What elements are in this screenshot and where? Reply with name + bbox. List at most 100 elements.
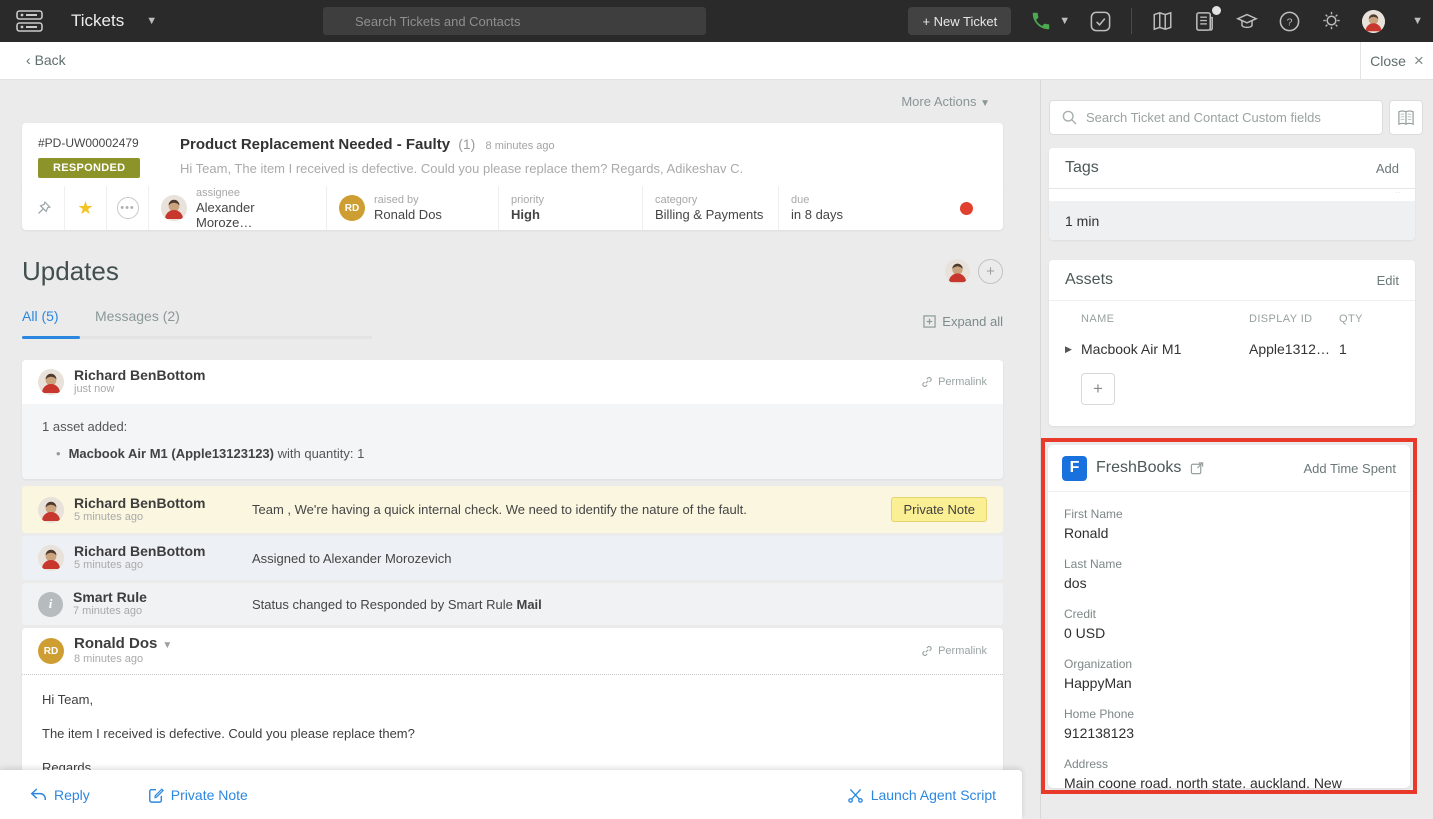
- more-properties-button[interactable]: •••: [106, 186, 148, 230]
- ticket-snippet: Hi Team, The item I received is defectiv…: [180, 161, 743, 176]
- smart-rule-text: Status changed to Responded by Smart Rul…: [252, 597, 542, 612]
- profile-chevron-down-icon[interactable]: ▼: [1412, 15, 1423, 27]
- expand-row-icon[interactable]: ▶: [1065, 344, 1081, 355]
- whats-new-icon[interactable]: [1193, 10, 1216, 33]
- add-watcher-button[interactable]: +: [978, 259, 1003, 284]
- update-entry-assigned: Richard BenBottom5 minutes ago Assigned …: [22, 536, 1003, 580]
- asset-name: Macbook Air M1: [1081, 341, 1249, 357]
- asset-row[interactable]: ▶ Macbook Air M1 Apple1312… 1: [1065, 341, 1399, 357]
- fb-field-home-phone: Home Phone 912138123: [1064, 707, 1394, 742]
- author-avatar: [38, 545, 64, 571]
- asset-added-bullet: •Macbook Air M1 (Apple13123123) with qua…: [42, 446, 983, 461]
- update-entry-asset: Richard BenBottomjust now Permalink 1 as…: [22, 360, 1003, 479]
- private-note-button[interactable]: Private Note: [148, 787, 248, 803]
- reply-icon: [30, 787, 47, 802]
- fb-field-address: Address Main coone road, north state, au…: [1064, 757, 1394, 788]
- search-input[interactable]: [323, 7, 706, 35]
- ticket-thread-count: (1): [458, 136, 475, 152]
- message-paragraph: Hi Team,: [42, 692, 983, 707]
- private-note-badge: Private Note: [891, 497, 987, 522]
- due-value: in 8 days: [791, 207, 843, 222]
- asset-added-line: 1 asset added:: [42, 419, 983, 434]
- help-icon[interactable]: ?: [1278, 10, 1301, 33]
- phone-icon[interactable]: [1030, 10, 1052, 32]
- status-badge: RESPONDED: [38, 158, 140, 178]
- assignee-value: Alexander Moroze…: [196, 200, 314, 230]
- requester-avatar: RD: [339, 195, 365, 221]
- update-entry-private-note: Richard BenBottom5 minutes ago Team , We…: [22, 486, 1003, 533]
- close-button[interactable]: Close×: [1360, 42, 1433, 80]
- add-asset-button[interactable]: +: [1081, 373, 1115, 405]
- due-field[interactable]: duein 8 days: [778, 186, 1003, 230]
- user-avatar[interactable]: [1362, 10, 1385, 33]
- new-ticket-button[interactable]: + New Ticket: [908, 7, 1011, 35]
- freshbooks-title: FreshBooks: [1096, 459, 1181, 477]
- field-layout-button[interactable]: [1389, 100, 1423, 135]
- module-title[interactable]: Tickets: [71, 11, 124, 31]
- freshbooks-logo: F: [1062, 456, 1087, 481]
- academy-cap-icon[interactable]: [1235, 10, 1259, 32]
- watcher-avatar[interactable]: [945, 259, 970, 284]
- assets-table: NAME DISPLAY ID QTY ▶ Macbook Air M1 App…: [1049, 301, 1415, 405]
- expand-all-button[interactable]: Expand all: [923, 314, 1003, 329]
- tabs-underline: [22, 336, 372, 339]
- chevron-down-icon: ▼: [980, 98, 990, 109]
- raised-by-field[interactable]: RD raised byRonald Dos: [326, 186, 498, 230]
- raised-by-value: Ronald Dos: [374, 207, 442, 222]
- timer-value: 1 min: [1065, 213, 1099, 229]
- tips-bulb-icon[interactable]: [1320, 10, 1343, 33]
- ticket-title: Product Replacement Needed - Faulty: [180, 136, 450, 153]
- asset-display-id: Apple1312…: [1249, 341, 1339, 357]
- reply-button[interactable]: Reply: [30, 787, 90, 803]
- ellipsis-icon: •••: [117, 197, 139, 219]
- ticket-time: 8 minutes ago: [486, 140, 555, 152]
- close-icon: ×: [1414, 51, 1424, 71]
- updates-heading: Updates: [22, 256, 119, 287]
- tab-all[interactable]: All (5): [22, 308, 59, 324]
- priority-field[interactable]: priorityHigh: [498, 186, 642, 230]
- note-text: Team , We're having a quick internal che…: [252, 502, 747, 517]
- tags-title: Tags: [1065, 159, 1099, 177]
- launch-agent-script-button[interactable]: Launch Agent Script: [847, 786, 996, 803]
- app-switcher-icon[interactable]: [16, 9, 43, 34]
- ticket-toolbar: ‹ Back Close×: [0, 42, 1433, 80]
- external-link-icon[interactable]: [1190, 461, 1204, 475]
- permalink-button[interactable]: Permalink: [921, 376, 987, 388]
- asset-qty: 1: [1339, 341, 1347, 357]
- module-chevron-down-icon[interactable]: ▼: [146, 15, 157, 27]
- clipped-card-edge: ··: [1049, 188, 1415, 201]
- assets-edit-button[interactable]: Edit: [1377, 273, 1399, 288]
- back-button[interactable]: ‹ Back: [26, 52, 66, 68]
- svg-text:?: ?: [1287, 16, 1293, 28]
- tab-messages[interactable]: Messages (2): [95, 308, 180, 324]
- author-name: Ronald Dos▼: [74, 636, 172, 653]
- timer-row: 1 min: [1049, 201, 1415, 240]
- info-icon: i: [38, 592, 63, 617]
- todo-check-icon[interactable]: [1089, 10, 1112, 33]
- permalink-button[interactable]: Permalink: [921, 645, 987, 657]
- author-avatar: [38, 497, 64, 523]
- custom-fields-search-input[interactable]: [1049, 100, 1383, 135]
- entry-time: just now: [74, 383, 205, 396]
- category-field[interactable]: categoryBilling & Payments: [642, 186, 778, 230]
- note-pencil-icon: [148, 787, 164, 803]
- map-icon[interactable]: [1151, 10, 1174, 32]
- tags-add-button[interactable]: Add: [1376, 161, 1399, 176]
- assigned-text: Assigned to Alexander Morozevich: [252, 551, 451, 566]
- add-time-spent-button[interactable]: Add Time Spent: [1304, 461, 1397, 476]
- priority-value: High: [511, 207, 544, 222]
- fb-field-credit: Credit 0 USD: [1064, 607, 1394, 642]
- chevron-down-icon[interactable]: ▼: [162, 640, 172, 651]
- requester-avatar: RD: [38, 638, 64, 664]
- star-button[interactable]: ★: [64, 186, 106, 230]
- link-icon: [921, 645, 933, 657]
- expand-icon: [923, 315, 936, 328]
- more-actions-button[interactable]: More Actions ▼: [901, 94, 990, 109]
- category-value: Billing & Payments: [655, 207, 763, 222]
- assignee-field[interactable]: assigneeAlexander Moroze…: [148, 186, 326, 230]
- pin-button[interactable]: [22, 186, 64, 230]
- phone-chevron-down-icon[interactable]: ▼: [1059, 15, 1070, 27]
- book-icon: [1397, 110, 1415, 126]
- assets-col-display-id: DISPLAY ID: [1249, 313, 1339, 325]
- ticket-summary-card: #PD-UW00002479 RESPONDED Product Replace…: [22, 123, 1003, 193]
